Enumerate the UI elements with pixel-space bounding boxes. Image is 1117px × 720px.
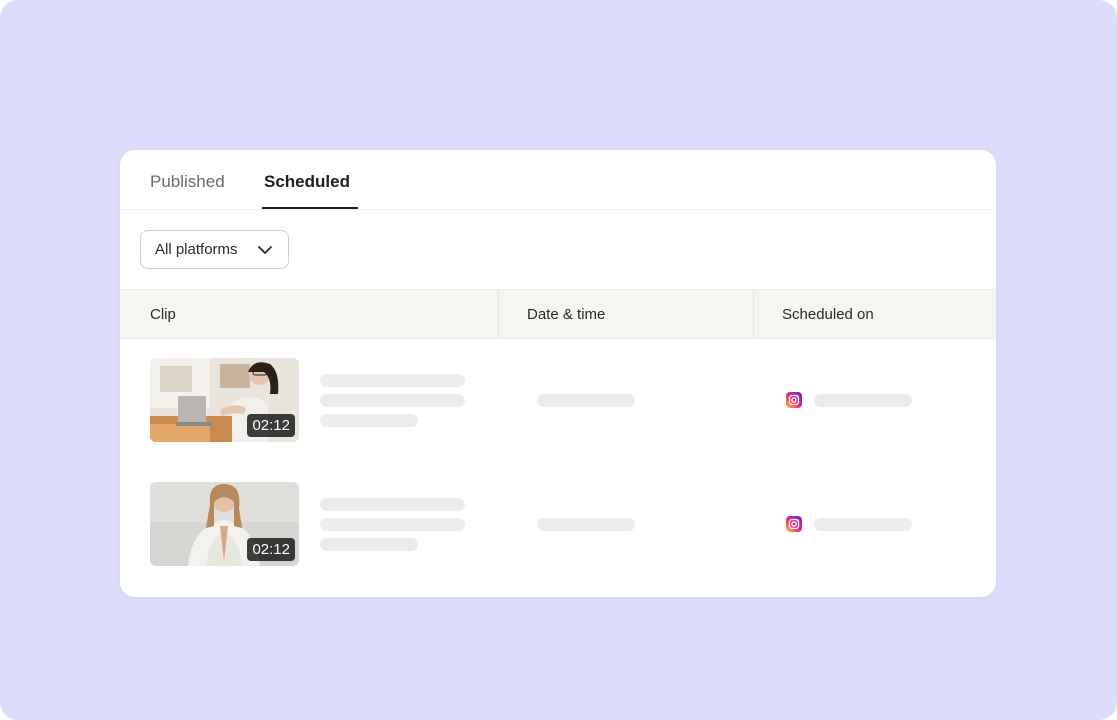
- instagram-icon: [786, 516, 802, 532]
- column-divider: [498, 290, 499, 338]
- clip-duration-badge: 02:12: [247, 538, 295, 561]
- platform-account-placeholder: [814, 394, 912, 407]
- column-header-scheduled-on: Scheduled on: [782, 306, 874, 323]
- date-time-placeholder: [537, 394, 635, 407]
- tab-scheduled[interactable]: Scheduled: [264, 172, 350, 192]
- active-tab-indicator: [262, 207, 358, 209]
- table-row[interactable]: 02:12: [120, 462, 996, 586]
- column-header-clip: Clip: [150, 306, 176, 323]
- clip-title-placeholder: [320, 414, 418, 427]
- platform-filter-dropdown[interactable]: All platforms: [140, 230, 289, 269]
- clip-title-placeholder: [320, 374, 465, 387]
- platform-account-placeholder: [814, 518, 912, 531]
- clip-title-placeholder: [320, 498, 465, 511]
- tab-bar: Published Scheduled: [120, 150, 996, 210]
- tab-published[interactable]: Published: [150, 172, 225, 192]
- instagram-icon: [786, 392, 802, 408]
- clip-title-placeholder: [320, 538, 418, 551]
- date-time-placeholder: [537, 518, 635, 531]
- content-card: Published Scheduled All platforms Clip D…: [119, 149, 997, 598]
- platform-filter-label: All platforms: [155, 241, 238, 258]
- column-divider: [753, 290, 754, 338]
- clip-thumbnail[interactable]: 02:12: [150, 358, 299, 442]
- clip-thumbnail[interactable]: 02:12: [150, 482, 299, 566]
- column-header-date-time: Date & time: [527, 306, 606, 323]
- table-header: Clip Date & time Scheduled on: [120, 289, 996, 339]
- clip-title-placeholder: [320, 394, 465, 407]
- clip-duration-badge: 02:12: [247, 414, 295, 437]
- chevron-down-icon: [258, 246, 272, 254]
- clip-title-placeholder: [320, 518, 465, 531]
- table-row[interactable]: 02:12: [120, 338, 996, 462]
